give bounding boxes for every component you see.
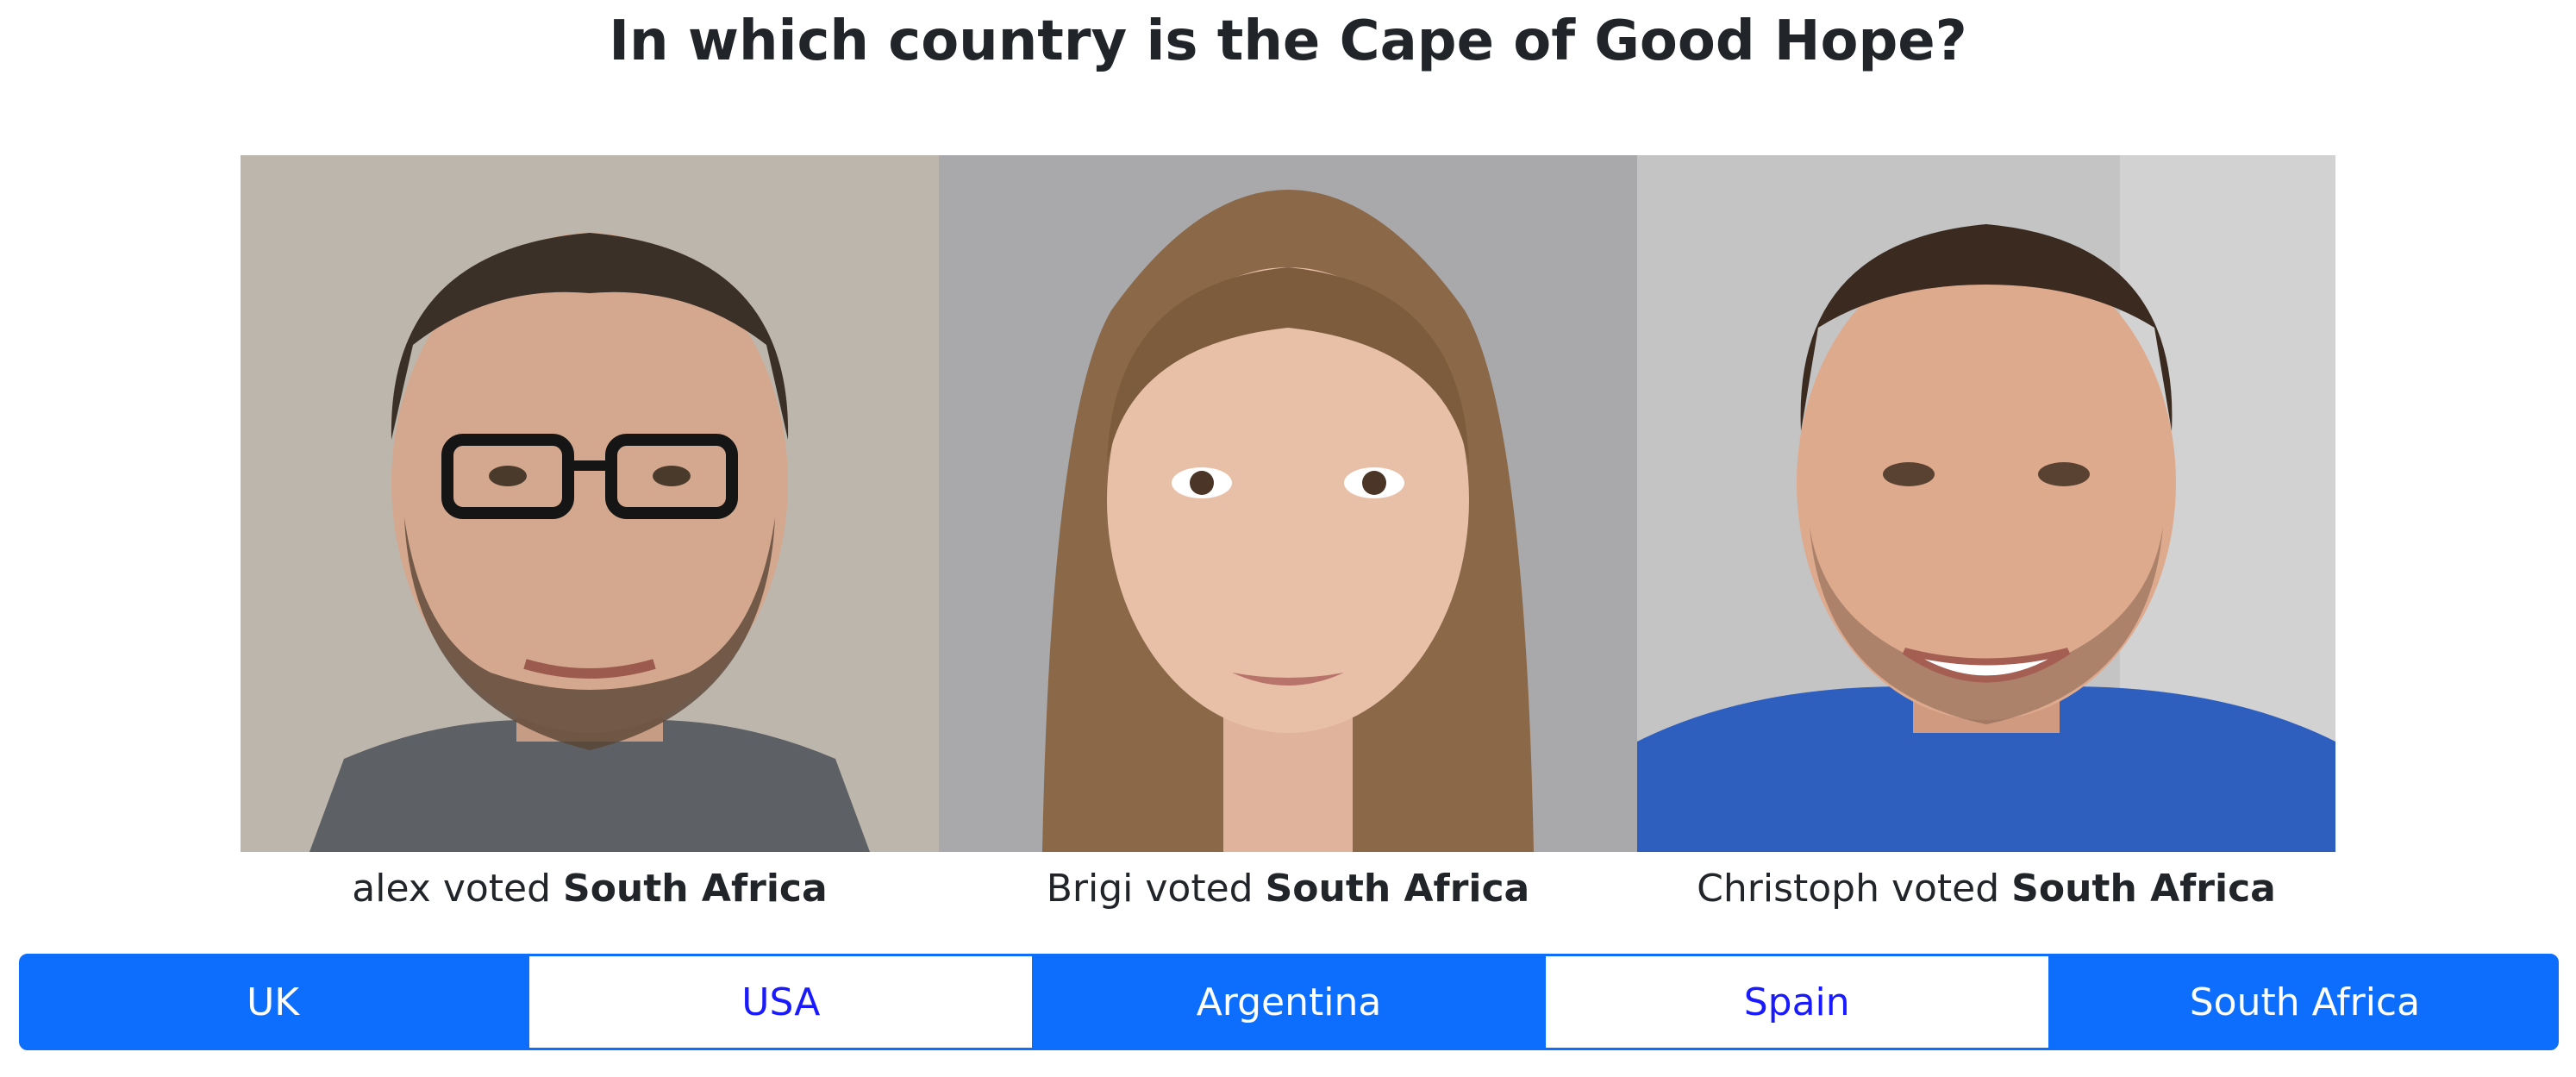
voters-row: alex voted South Africa Brigi voted Sout… xyxy=(241,155,2335,919)
voter-name: Brigi xyxy=(1046,867,1134,911)
question-title: In which country is the Cape of Good Hop… xyxy=(609,9,1967,73)
answer-uk-button[interactable]: UK xyxy=(19,954,528,1050)
vote-verb: voted xyxy=(430,867,564,911)
voter-card: Christoph voted South Africa xyxy=(1637,155,2335,919)
answer-south-africa-button[interactable]: South Africa xyxy=(2050,954,2560,1050)
vote-caption: Christoph voted South Africa xyxy=(1697,859,2276,919)
vote-caption: Brigi voted South Africa xyxy=(1047,859,1530,919)
voted-choice: South Africa xyxy=(2011,867,2276,911)
voted-choice: South Africa xyxy=(563,867,828,911)
voter-name: alex xyxy=(352,867,431,911)
voter-photo xyxy=(939,155,1637,852)
voted-choice: South Africa xyxy=(1265,867,1530,911)
voter-name: Christoph xyxy=(1697,867,1879,911)
voter-photo xyxy=(1637,155,2335,852)
vote-caption: alex voted South Africa xyxy=(352,859,827,919)
answer-button-group: UK USA Argentina Spain South Africa xyxy=(19,954,2560,1050)
voter-photo xyxy=(241,155,939,852)
voter-card: alex voted South Africa xyxy=(241,155,939,919)
answer-argentina-button[interactable]: Argentina xyxy=(1035,954,1543,1050)
voter-card: Brigi voted South Africa xyxy=(939,155,1637,919)
vote-verb: voted xyxy=(1879,867,2012,911)
answer-spain-button[interactable]: Spain xyxy=(1542,954,2051,1050)
answer-usa-button[interactable]: USA xyxy=(527,954,1035,1050)
vote-verb: voted xyxy=(1133,867,1266,911)
